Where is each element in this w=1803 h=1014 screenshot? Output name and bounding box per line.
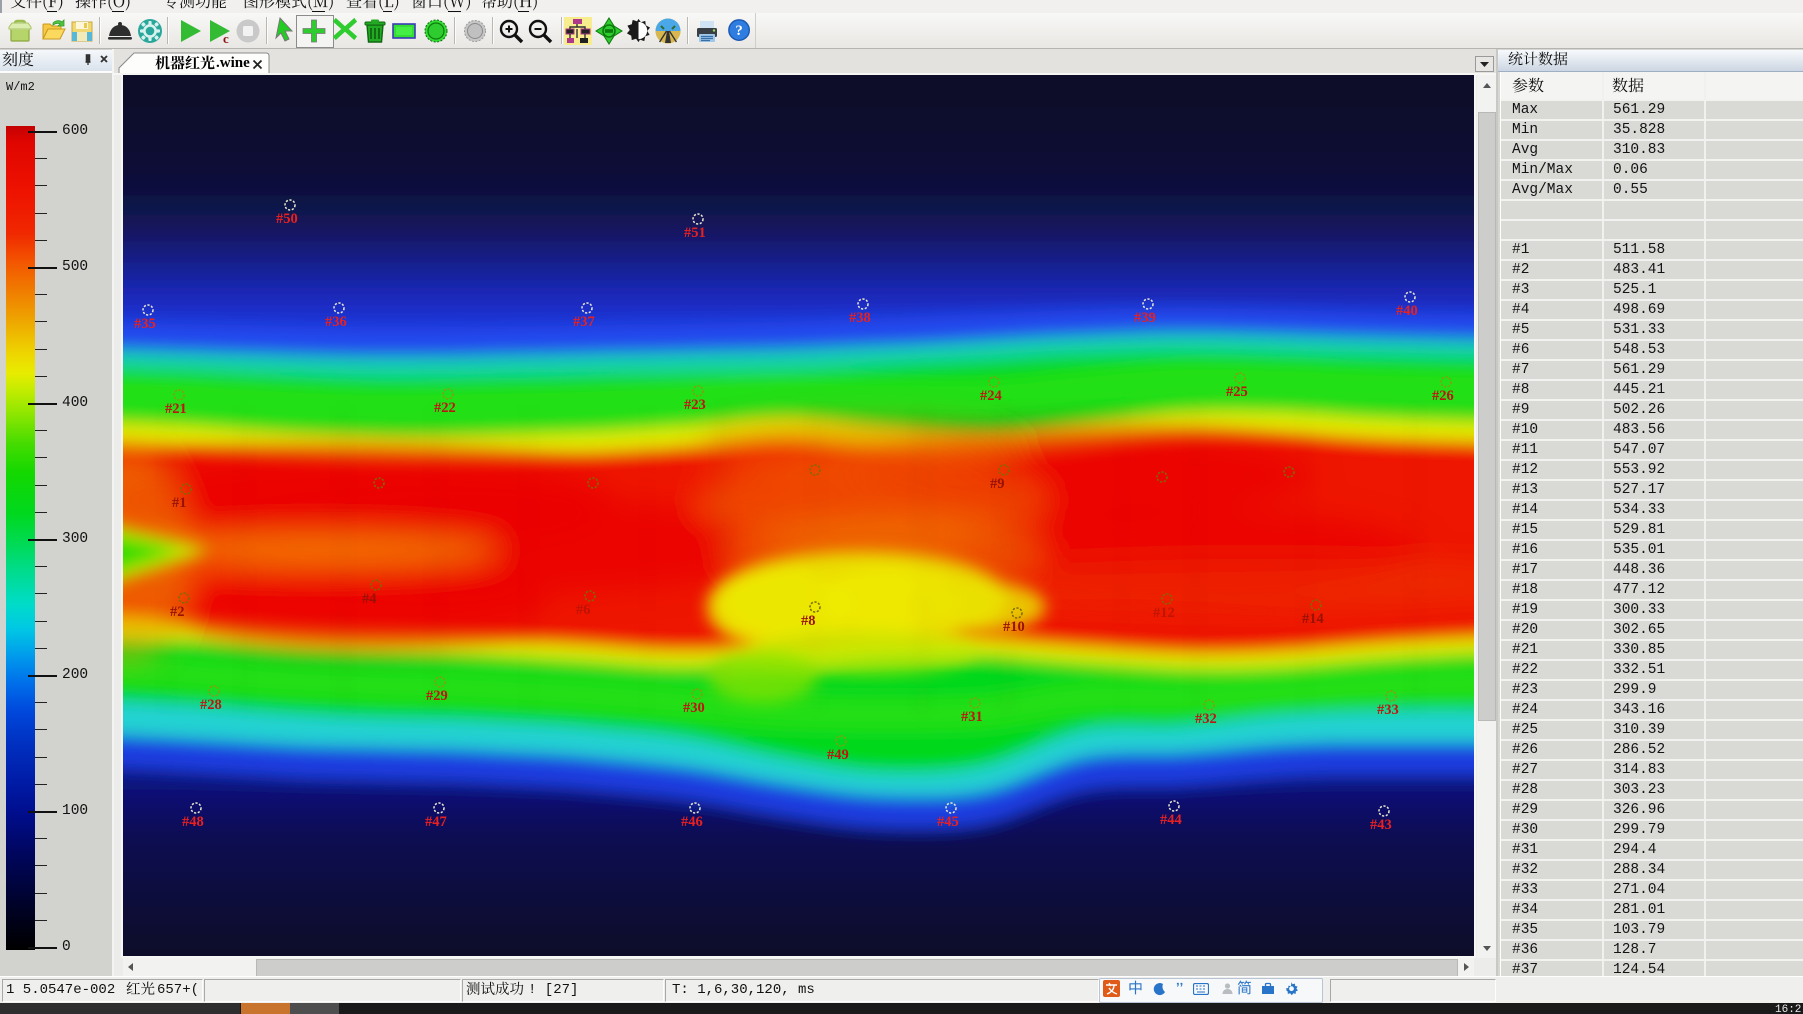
- svg-text:#43: #43: [1370, 817, 1392, 833]
- svg-text:#50: #50: [276, 211, 298, 227]
- svg-text:#23: #23: [684, 397, 706, 413]
- svg-text:#35: #35: [134, 316, 156, 332]
- svg-text:#48: #48: [182, 814, 204, 830]
- svg-text:#47: #47: [425, 814, 447, 830]
- svg-text:#25: #25: [1226, 384, 1248, 400]
- svg-text:#26: #26: [1432, 388, 1454, 404]
- svg-text:#33: #33: [1377, 702, 1399, 718]
- svg-text:c: c: [223, 31, 229, 45]
- svg-text:#49: #49: [827, 747, 849, 763]
- svg-text:?: ?: [735, 23, 742, 39]
- svg-text:#21: #21: [165, 401, 187, 417]
- svg-text:#44: #44: [1160, 812, 1182, 828]
- svg-text:#30: #30: [683, 700, 705, 716]
- svg-text:#10: #10: [1003, 619, 1025, 635]
- svg-text:#24: #24: [980, 388, 1002, 404]
- svg-text:#12: #12: [1153, 605, 1175, 621]
- svg-text:#6: #6: [576, 602, 591, 618]
- svg-text:#14: #14: [1302, 611, 1324, 627]
- svg-text:#38: #38: [849, 310, 871, 326]
- svg-text:#8: #8: [801, 613, 816, 629]
- svg-text:#45: #45: [937, 814, 959, 830]
- svg-text:#31: #31: [961, 709, 983, 725]
- svg-text:#22: #22: [434, 400, 456, 416]
- svg-text:#1: #1: [172, 495, 187, 511]
- svg-text:#29: #29: [426, 688, 448, 704]
- svg-text:#28: #28: [200, 697, 222, 713]
- svg-text:#2: #2: [170, 604, 185, 620]
- svg-text:#36: #36: [325, 314, 347, 330]
- svg-text:#4: #4: [362, 591, 377, 607]
- svg-text:#32: #32: [1195, 711, 1217, 727]
- svg-text:#39: #39: [1134, 310, 1156, 326]
- svg-text:#37: #37: [573, 314, 595, 330]
- svg-text:#46: #46: [681, 814, 703, 830]
- svg-text:#51: #51: [684, 225, 706, 241]
- svg-text:#40: #40: [1396, 303, 1418, 319]
- svg-text:#9: #9: [990, 476, 1005, 492]
